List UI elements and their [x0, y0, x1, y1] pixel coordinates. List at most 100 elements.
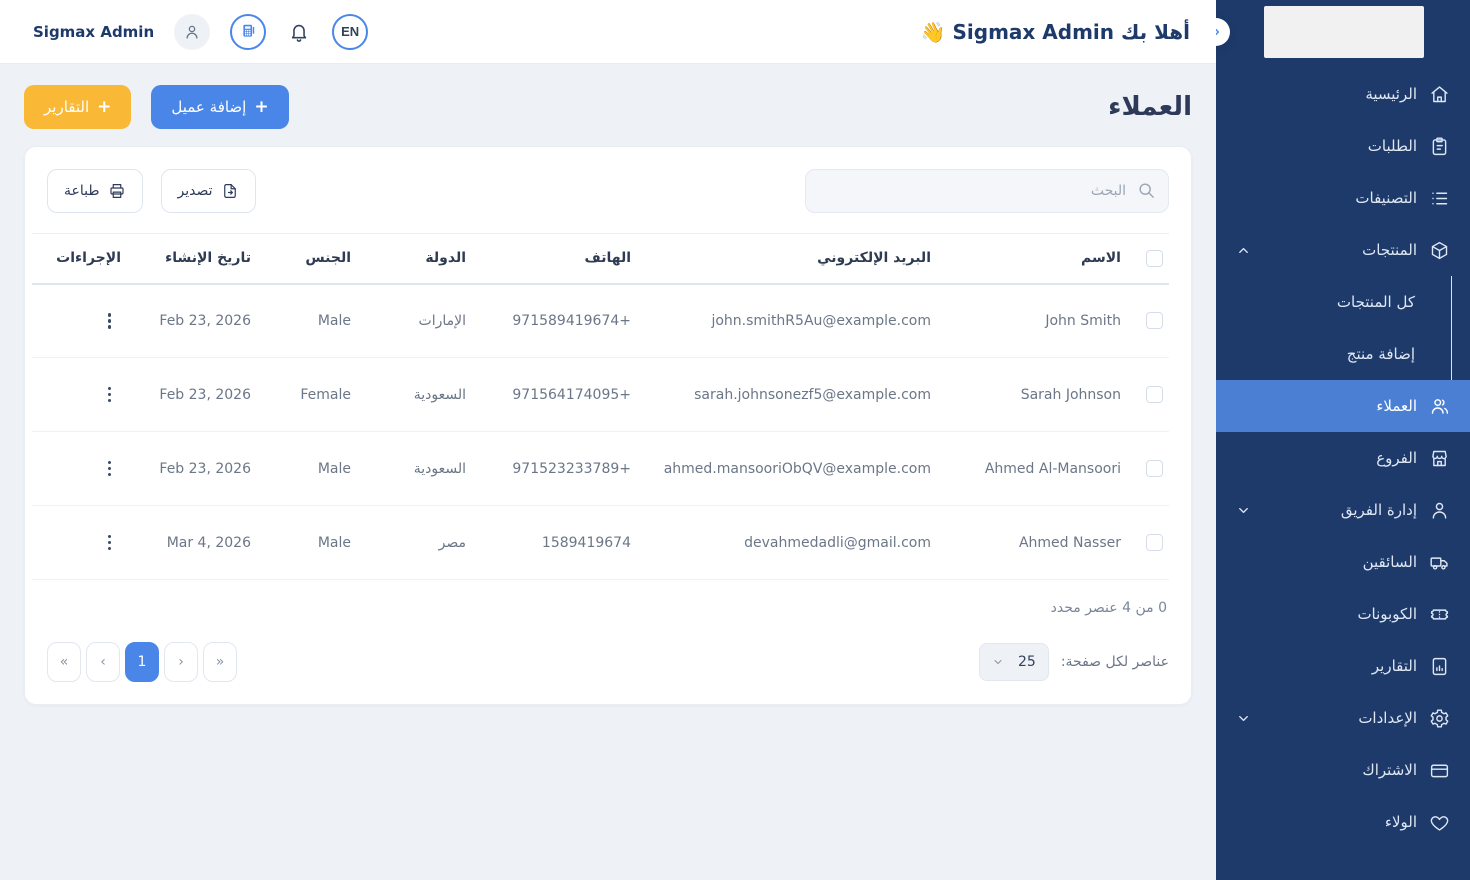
cell-name: John Smith — [937, 284, 1127, 358]
heart-icon — [1429, 812, 1450, 833]
sidebar-item-customers[interactable]: العملاء — [1216, 380, 1470, 432]
report-icon — [1429, 656, 1450, 677]
cell-created: Feb 23, 2026 — [127, 358, 257, 432]
page-content: العملاء + إضافة عميل + التقارير — [0, 64, 1216, 880]
card-footer: عناصر لكل صفحة: 25 « ‹ 1 › » — [47, 642, 1169, 682]
sidebar-item-all-products[interactable]: كل المنتجات — [1216, 276, 1451, 328]
language-button[interactable]: EN — [332, 14, 368, 50]
row-actions-menu-button[interactable] — [98, 307, 122, 336]
printer-icon — [108, 182, 126, 200]
cell-phone: 1589419674 — [472, 506, 637, 580]
search-box — [805, 169, 1169, 213]
store-icon — [1429, 448, 1450, 469]
box-icon — [1429, 240, 1450, 261]
notifications-button[interactable] — [286, 19, 312, 45]
cell-created: Feb 23, 2026 — [127, 284, 257, 358]
sidebar-item-home[interactable]: الرئيسية — [1216, 68, 1470, 120]
export-button[interactable]: تصدير — [161, 169, 256, 213]
sidebar-item-loyalty[interactable]: الولاء — [1216, 796, 1470, 848]
next-page-button[interactable]: › — [86, 642, 120, 682]
header-actions: الإجراءات — [32, 234, 127, 284]
table-row: Sarah Johnson sarah.johnsonezf5@example.… — [32, 358, 1169, 432]
sidebar-item-label: إضافة منتج — [1347, 345, 1415, 363]
pagination: « ‹ 1 › » — [47, 642, 237, 682]
sidebar-item-add-product[interactable]: إضافة منتج — [1216, 328, 1451, 380]
table-row: Ahmed Al-Mansoori ahmed.mansooriObQV@exa… — [32, 432, 1169, 506]
sidebar-item-label: كل المنتجات — [1337, 293, 1415, 311]
sidebar-item-settings[interactable]: الإعدادات — [1216, 692, 1470, 744]
pos-terminal-icon — [239, 22, 258, 41]
last-page-button[interactable]: » — [47, 642, 81, 682]
ticket-icon — [1429, 604, 1450, 625]
sidebar-item-label: المنتجات — [1362, 241, 1417, 259]
sidebar-item-label: الإعدادات — [1358, 709, 1417, 727]
sidebar-item-subscription[interactable]: الاشتراك — [1216, 744, 1470, 796]
app-layout: الرئيسية الطلبات التصنيفات المنتجات — [0, 0, 1470, 880]
cell-name: Sarah Johnson — [937, 358, 1127, 432]
prev-page-button[interactable]: ‹ — [164, 642, 198, 682]
page-1-button[interactable]: 1 — [125, 642, 159, 682]
cell-phone: +971523233789 — [472, 432, 637, 506]
cell-gender: Male — [257, 432, 357, 506]
sidebar-item-coupons[interactable]: الكوبونات — [1216, 588, 1470, 640]
table-row: John Smith john.smithR5Au@example.com +9… — [32, 284, 1169, 358]
row-checkbox[interactable] — [1146, 386, 1163, 403]
sidebar-logo-area — [1216, 0, 1470, 64]
print-label: طباعة — [64, 183, 100, 199]
sidebar-item-label: الفروع — [1376, 449, 1417, 467]
header-country: الدولة — [357, 234, 472, 284]
reports-label: التقارير — [44, 98, 89, 116]
welcome-message: أهلا بك Sigmax Admin 👋 — [921, 20, 1190, 44]
row-actions-menu-button[interactable] — [98, 454, 122, 483]
row-checkbox[interactable] — [1146, 460, 1163, 477]
sidebar-item-drivers[interactable]: السائقين — [1216, 536, 1470, 588]
header-phone: الهاتف — [472, 234, 637, 284]
cell-country: مصر — [357, 506, 472, 580]
sidebar-item-label: الرئيسية — [1365, 85, 1417, 103]
bell-icon — [288, 21, 310, 43]
row-actions-menu-button[interactable] — [98, 380, 122, 409]
row-checkbox[interactable] — [1146, 534, 1163, 551]
dots-vertical-icon — [108, 387, 112, 391]
sidebar-item-branches[interactable]: الفروع — [1216, 432, 1470, 484]
add-customer-button[interactable]: + إضافة عميل — [151, 85, 288, 129]
cell-email: ahmed.mansooriObQV@example.com — [637, 432, 937, 506]
sidebar-item-label: السائقين — [1363, 553, 1417, 571]
sidebar-item-categories[interactable]: التصنيفات — [1216, 172, 1470, 224]
topbar: أهلا بك Sigmax Admin 👋 EN Sigmax Admin — [0, 0, 1216, 64]
export-label: تصدير — [178, 183, 213, 199]
row-checkbox[interactable] — [1146, 312, 1163, 329]
per-page-select[interactable]: 25 — [979, 643, 1049, 681]
clipboard-icon — [1429, 136, 1450, 157]
select-all-checkbox[interactable] — [1146, 250, 1163, 267]
list-icon — [1429, 188, 1450, 209]
sidebar-item-label: الولاء — [1385, 813, 1417, 831]
chevron-right-icon — [1216, 25, 1223, 39]
cell-name: Ahmed Al-Mansoori — [937, 432, 1127, 506]
sidebar-item-orders[interactable]: الطلبات — [1216, 120, 1470, 172]
print-button[interactable]: طباعة — [47, 169, 143, 213]
per-page-label: عناصر لكل صفحة: — [1061, 654, 1169, 670]
reports-button[interactable]: + التقارير — [24, 85, 131, 129]
export-icon — [221, 182, 239, 200]
chevron-down-icon — [1236, 503, 1251, 518]
cell-country: السعودية — [357, 432, 472, 506]
page-header: العملاء + إضافة عميل + التقارير — [24, 85, 1192, 129]
search-input[interactable] — [805, 169, 1169, 213]
row-actions-menu-button[interactable] — [98, 528, 122, 557]
cell-email: devahmedadli@gmail.com — [637, 506, 937, 580]
sidebar-item-reports[interactable]: التقارير — [1216, 640, 1470, 692]
first-page-button[interactable]: « — [203, 642, 237, 682]
chevron-up-icon — [1236, 243, 1251, 258]
plus-icon: + — [254, 99, 268, 116]
sidebar-item-team[interactable]: إدارة الفريق — [1216, 484, 1470, 536]
pos-terminal-button[interactable] — [230, 14, 266, 50]
table-header-row: الاسم البريد الإلكتروني الهاتف الدولة ال… — [32, 234, 1169, 284]
plus-icon: + — [97, 99, 111, 116]
sidebar-item-products[interactable]: المنتجات — [1216, 224, 1470, 276]
card-toolbar: تصدير طباعة — [47, 169, 1169, 213]
header-gender: الجنس — [257, 234, 357, 284]
cell-email: john.smithR5Au@example.com — [637, 284, 937, 358]
person-icon — [1429, 500, 1450, 521]
user-avatar[interactable] — [174, 14, 210, 50]
